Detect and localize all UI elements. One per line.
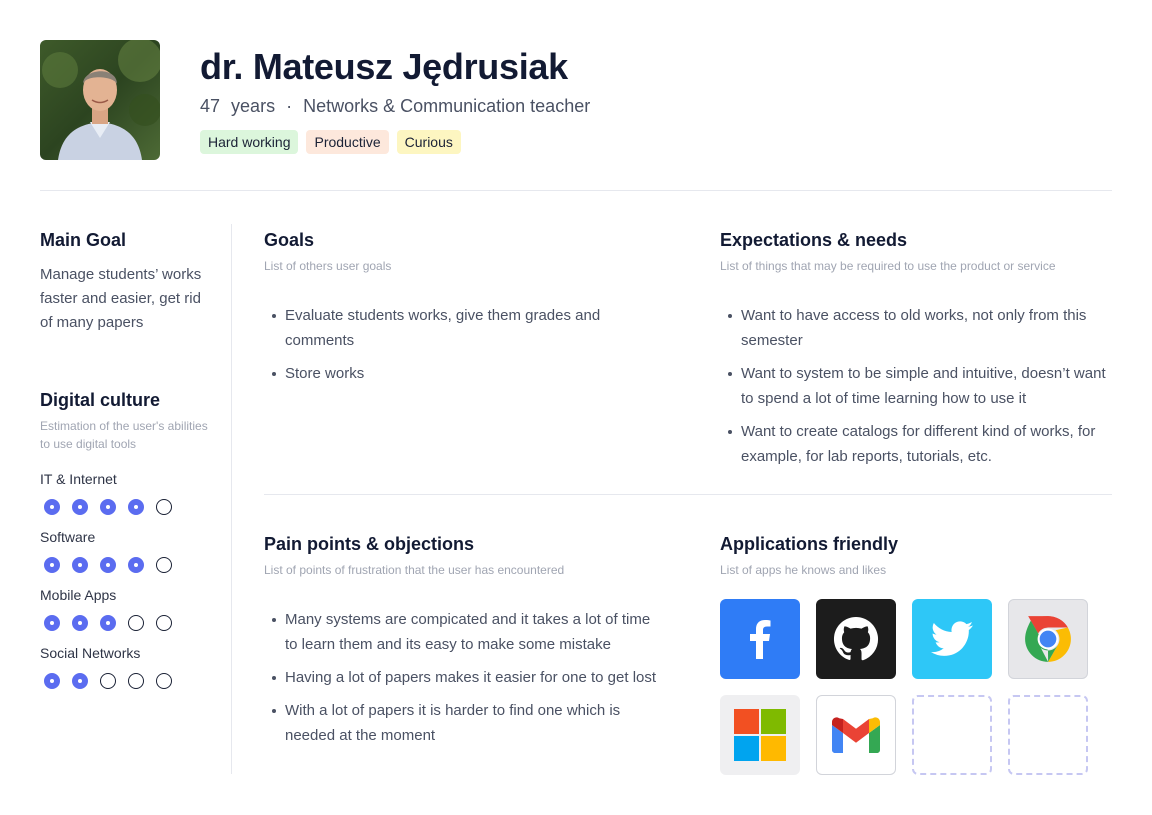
app-tile-microsoft[interactable] [720,695,800,775]
rating-dot-filled [72,615,88,631]
digital-culture-caption: Estimation of the user's abilities to us… [40,419,208,451]
persona-name: dr. Mateusz Jędrusiak [200,46,568,87]
rating-dot-empty [128,673,144,689]
skill-mobile-apps: Mobile Apps [40,587,220,631]
expectations-caption: List of things that may be required to u… [720,259,1056,273]
digital-culture-section: Digital culture Estimation of the user's… [40,390,220,689]
pain-points-section: Pain points & objections List of points … [264,534,664,756]
skill-software: Software [40,529,220,573]
rating-dot-filled [44,499,60,515]
applications-section: Applications friendly List of apps he kn… [720,534,1112,579]
rating-dot-empty [128,615,144,631]
subtitle-separator: · [286,96,293,116]
skill-label: Social Networks [40,645,141,661]
persona-role: Networks & Communication teacher [303,96,591,116]
list-item: Having a lot of papers makes it easier f… [264,665,664,690]
rating-dot-filled [128,499,144,515]
microsoft-icon [734,709,786,761]
main-goal-title: Main Goal [40,230,127,250]
rating-dot-filled [44,673,60,689]
skill-label: Software [40,529,96,545]
app-tile-twitter[interactable] [912,599,992,679]
skill-label: Mobile Apps [40,587,117,603]
rating-dot-filled [100,557,116,573]
persona-tags: Hard working Productive Curious [200,130,461,154]
app-tile-github[interactable] [816,599,896,679]
rating-dot-empty [100,673,116,689]
persona-age: 47 [200,96,221,116]
twitter-icon [930,621,974,656]
persona-age-unit: years [231,96,276,116]
main-goal-section: Main Goal Manage students’ works faster … [40,230,210,335]
app-tile-gmail[interactable] [816,695,896,775]
gmail-icon [832,717,880,753]
digital-culture-title: Digital culture [40,390,161,410]
app-grid [720,599,1088,775]
list-item: Store works [264,361,664,386]
rating-dot-filled [100,499,116,515]
chrome-icon [1025,616,1071,662]
app-tile-chrome[interactable] [1008,599,1088,679]
rating-dot-empty [156,499,172,515]
header-divider [40,190,1112,191]
avatar [40,40,160,160]
skill-rating [40,557,220,573]
skill-rating [40,673,220,689]
tag-productive: Productive [306,130,389,154]
pain-points-list: Many systems are compicated and it takes… [264,607,664,748]
rating-dot-filled [72,673,88,689]
rating-dot-filled [44,557,60,573]
list-item: Want to create catalogs for different ki… [720,419,1112,469]
applications-caption: List of apps he knows and likes [720,563,887,577]
expectations-section: Expectations & needs List of things that… [720,230,1112,477]
sidebar-divider [231,224,232,774]
app-tile-empty [1008,695,1088,775]
skills-list: IT & Internet Software Mobile Apps Socia… [40,471,220,689]
goals-title: Goals [264,230,315,250]
section-divider [264,494,1112,495]
main-goal-text: Manage students’ works faster and easier… [40,266,202,331]
persona-subtitle: 47 years · Networks & Communication teac… [200,96,590,117]
rating-dot-filled [100,615,116,631]
skill-rating [40,615,220,631]
pain-points-title: Pain points & objections [264,534,475,554]
goals-list: Evaluate students works, give them grade… [264,303,664,386]
tag-curious: Curious [396,130,461,154]
skill-it-internet: IT & Internet [40,471,220,515]
facebook-icon [750,620,771,659]
rating-dot-empty [156,673,172,689]
persona-header: dr. Mateusz Jędrusiak 47 years · Network… [40,40,1112,160]
rating-dot-filled [72,499,88,515]
applications-title: Applications friendly [720,534,899,554]
rating-dot-empty [156,615,172,631]
app-tile-empty [912,695,992,775]
goals-caption: List of others user goals [264,259,392,273]
list-item: Want to system to be simple and intuitiv… [720,361,1112,411]
rating-dot-empty [156,557,172,573]
rating-dot-filled [128,557,144,573]
list-item: Want to have access to old works, not on… [720,303,1112,353]
github-icon [833,616,879,661]
skill-social-networks: Social Networks [40,645,220,689]
list-item: Evaluate students works, give them grade… [264,303,664,353]
pain-points-caption: List of points of frustration that the u… [264,563,565,577]
rating-dot-filled [72,557,88,573]
list-item: Many systems are compicated and it takes… [264,607,664,657]
expectations-list: Want to have access to old works, not on… [720,303,1112,469]
list-item: With a lot of papers it is harder to fin… [264,698,664,748]
skill-rating [40,499,220,515]
app-tile-facebook[interactable] [720,599,800,679]
expectations-title: Expectations & needs [720,230,908,250]
rating-dot-filled [44,615,60,631]
tag-hard-working: Hard working [200,130,299,154]
skill-label: IT & Internet [40,471,117,487]
goals-section: Goals List of others user goals Evaluate… [264,230,664,394]
avatar-photo [40,40,160,160]
